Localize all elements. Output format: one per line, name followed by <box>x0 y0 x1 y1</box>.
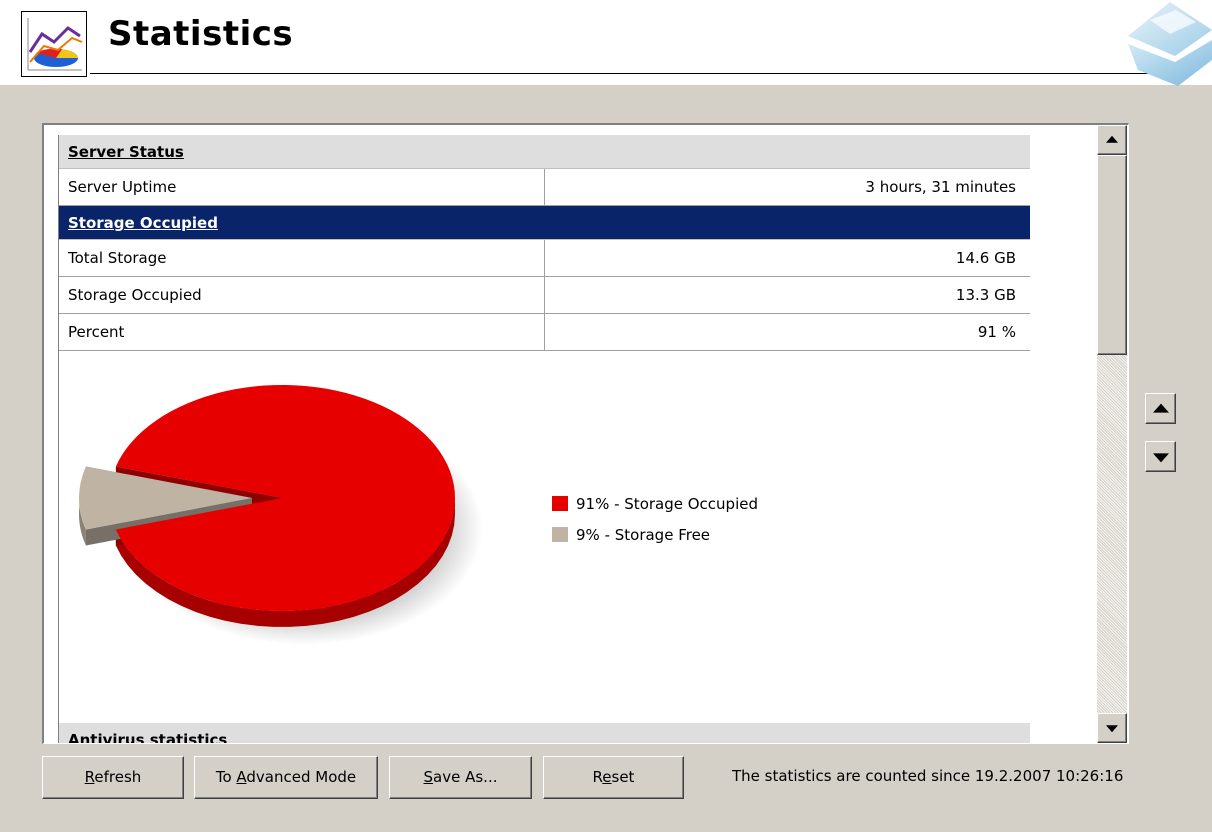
saveas-label-accel: S <box>423 768 434 786</box>
refresh-label-accel: R <box>84 768 95 786</box>
table-row[interactable]: Percent 91 % <box>59 314 1030 351</box>
section-header-server-status[interactable]: Server Status <box>59 135 1030 169</box>
storage-pie-chart: 91% - Storage Occupied 9% - Storage Free <box>59 368 1030 723</box>
column-divider <box>544 314 545 350</box>
saveas-label-post: ave As... <box>433 768 498 786</box>
reset-label-pre: R <box>592 768 603 786</box>
reset-label-accel: e <box>602 768 612 786</box>
legend-swatch-occupied <box>552 496 568 511</box>
pie-chart-svg <box>78 384 483 645</box>
table-row[interactable]: Total Storage 14.6 GB <box>59 240 1030 277</box>
column-divider <box>544 240 545 276</box>
diamond-logo <box>1120 0 1212 86</box>
row-value: 14.6 GB <box>955 249 1016 267</box>
column-divider <box>544 277 545 313</box>
chart-legend: 91% - Storage Occupied 9% - Storage Free <box>552 488 758 550</box>
title-header: Statistics <box>0 0 1212 86</box>
advanced-label-pre: To <box>215 768 237 786</box>
move-down-arrow-icon <box>1152 452 1169 462</box>
refresh-button[interactable]: Refresh <box>42 756 184 799</box>
advanced-mode-button[interactable]: To Advanced Mode <box>194 756 378 799</box>
section-header-antivirus[interactable]: Antivirus statistics <box>59 723 1030 743</box>
scroll-up-button[interactable] <box>1097 125 1127 155</box>
scroll-down-button[interactable] <box>1097 713 1127 743</box>
row-label: Storage Occupied <box>68 286 202 304</box>
statistics-pie-icon <box>21 11 87 77</box>
vertical-scrollbar[interactable] <box>1097 125 1127 743</box>
scroll-down-arrow-icon <box>1106 725 1118 733</box>
legend-item-occupied: 91% - Storage Occupied <box>552 488 758 519</box>
statistics-panel[interactable]: Server Status Server Uptime 3 hours, 31 … <box>42 123 1129 744</box>
row-value: 91 % <box>977 323 1016 341</box>
refresh-label-post: efresh <box>94 768 142 786</box>
legend-label-occupied: 91% - Storage Occupied <box>576 494 758 513</box>
header-divider <box>90 73 1184 74</box>
row-label: Server Uptime <box>68 178 177 196</box>
reset-label-post: set <box>611 768 635 786</box>
move-up-arrow-icon <box>1152 403 1169 413</box>
advanced-label-accel: A <box>236 768 247 786</box>
section-header-storage-occupied[interactable]: Storage Occupied <box>59 206 1030 240</box>
statistics-since-text: The statistics are counted since 19.2.20… <box>732 767 1124 785</box>
move-down-button[interactable] <box>1145 441 1176 472</box>
legend-label-free: 9% - Storage Free <box>576 525 711 544</box>
table-row[interactable]: Server Uptime 3 hours, 31 minutes <box>59 169 1030 206</box>
scroll-up-arrow-icon <box>1106 135 1118 143</box>
table-row[interactable]: Storage Occupied 13.3 GB <box>59 277 1030 314</box>
scroll-thumb[interactable] <box>1097 155 1127 355</box>
row-value: 13.3 GB <box>955 286 1016 304</box>
advanced-label-post: dvanced Mode <box>246 768 357 786</box>
save-as-button[interactable]: Save As... <box>389 756 532 799</box>
page-title: Statistics <box>108 14 294 54</box>
legend-item-free: 9% - Storage Free <box>552 519 758 550</box>
row-label: Percent <box>68 323 125 341</box>
column-divider <box>544 169 545 205</box>
reset-button[interactable]: Reset <box>543 756 684 799</box>
legend-swatch-free <box>552 527 568 542</box>
row-label: Total Storage <box>68 249 167 267</box>
statistics-content: Server Status Server Uptime 3 hours, 31 … <box>58 135 1030 743</box>
move-up-button[interactable] <box>1145 393 1176 424</box>
row-value: 3 hours, 31 minutes <box>865 178 1016 196</box>
